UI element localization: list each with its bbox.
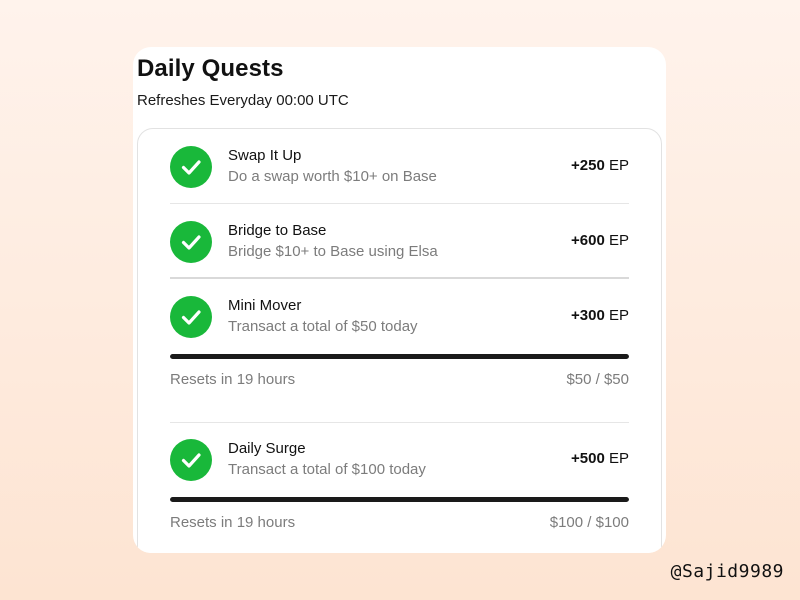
quest-item-bridge-to-base[interactable]: Bridge to Base Bridge $10+ to Base using… bbox=[170, 220, 629, 264]
card-title: Daily Quests bbox=[137, 55, 284, 82]
quest-description: Transact a total of $50 today bbox=[228, 318, 418, 335]
quest-title: Mini Mover bbox=[228, 297, 302, 314]
reset-timer-text: Resets in 19 hours bbox=[170, 371, 296, 388]
quest-reward: +600 EP bbox=[571, 232, 629, 249]
reward-unit: EP bbox=[608, 450, 629, 467]
quest-item-mini-mover[interactable]: Mini Mover Transact a total of $50 today… bbox=[170, 295, 629, 339]
check-icon bbox=[170, 439, 212, 481]
reward-points: +600 bbox=[571, 232, 605, 249]
quest-reward: +250 EP bbox=[571, 157, 629, 174]
quest-item-swap-it-up[interactable]: Swap It Up Do a swap worth $10+ on Base … bbox=[170, 145, 629, 189]
quest-divider bbox=[170, 422, 629, 423]
quest-title: Swap It Up bbox=[228, 147, 302, 164]
daily-quests-card: Daily Quests Refreshes Everyday 00:00 UT… bbox=[133, 47, 666, 553]
quest-progress-text: $50 / $50 bbox=[566, 371, 629, 388]
reward-points: +500 bbox=[571, 450, 605, 467]
quest-reward: +500 EP bbox=[571, 450, 629, 467]
check-icon bbox=[170, 296, 212, 338]
quest-divider bbox=[170, 203, 629, 204]
reward-points: +300 bbox=[571, 307, 605, 324]
quest-reward: +300 EP bbox=[571, 307, 629, 324]
reward-unit: EP bbox=[608, 232, 629, 249]
check-icon bbox=[170, 221, 212, 263]
quest-title: Daily Surge bbox=[228, 440, 306, 457]
quest-title: Bridge to Base bbox=[228, 222, 327, 239]
reward-points: +250 bbox=[571, 157, 605, 174]
quest-progress-text: $100 / $100 bbox=[549, 514, 629, 531]
watermark: @Sajid9989 bbox=[670, 561, 784, 582]
quest-item-daily-surge[interactable]: Daily Surge Transact a total of $100 tod… bbox=[170, 438, 629, 482]
quest-progress-bar bbox=[170, 497, 629, 502]
refresh-schedule-text: Refreshes Everyday 00:00 UTC bbox=[137, 92, 349, 109]
quest-divider bbox=[170, 277, 629, 279]
quest-description: Bridge $10+ to Base using Elsa bbox=[228, 243, 438, 260]
quest-progress-fill bbox=[170, 354, 629, 359]
quest-list: Swap It Up Do a swap worth $10+ on Base … bbox=[137, 128, 662, 553]
quest-description: Do a swap worth $10+ on Base bbox=[228, 168, 437, 185]
quest-progress-fill bbox=[170, 497, 629, 502]
reset-timer-text: Resets in 19 hours bbox=[170, 514, 296, 531]
check-icon bbox=[170, 146, 212, 188]
quest-description: Transact a total of $100 today bbox=[228, 461, 426, 478]
reward-unit: EP bbox=[608, 157, 629, 174]
reward-unit: EP bbox=[608, 307, 629, 324]
quest-progress-bar bbox=[170, 354, 629, 359]
